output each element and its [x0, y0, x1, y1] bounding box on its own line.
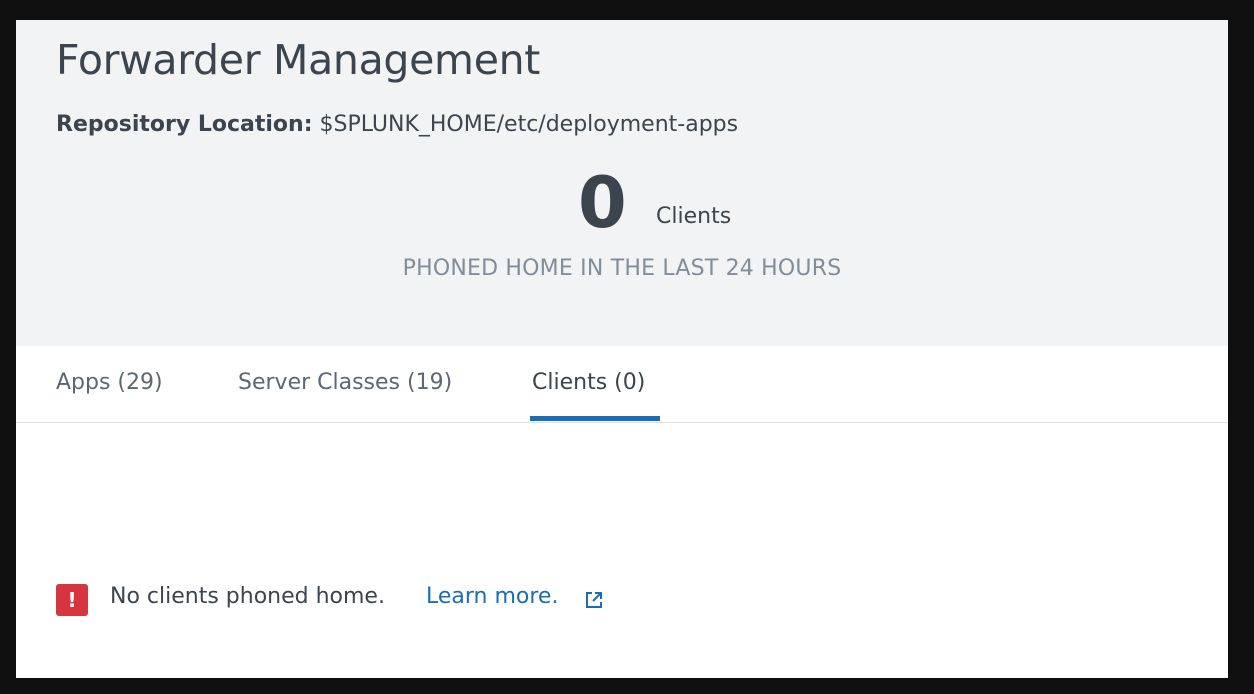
forwarder-management-panel: Forwarder Management Repository Location… — [16, 20, 1228, 678]
tab-bar: Apps (29) Server Classes (19) Clients (0… — [16, 346, 1228, 423]
tab-clients[interactable]: Clients (0) — [532, 370, 645, 395]
repository-location-path: $SPLUNK_HOME/etc/deployment-apps — [319, 112, 739, 137]
tab-server-classes[interactable]: Server Classes (19) — [238, 370, 452, 395]
repository-location: Repository Location: $SPLUNK_HOME/etc/de… — [56, 112, 738, 137]
tab-apps[interactable]: Apps (29) — [56, 370, 163, 395]
active-tab-indicator — [530, 416, 660, 421]
error-icon: ! — [56, 584, 88, 616]
page-title: Forwarder Management — [56, 36, 541, 84]
learn-more-link[interactable]: Learn more. — [426, 584, 558, 609]
repository-location-label: Repository Location: — [56, 112, 313, 137]
client-count-caption: PHONED HOME IN THE LAST 24 HOURS — [402, 256, 842, 281]
external-link-icon[interactable] — [584, 590, 604, 610]
no-clients-message-text: No clients phoned home. — [110, 584, 385, 609]
client-count-summary: 0 Clients — [16, 158, 1228, 248]
header: Forwarder Management Repository Location… — [16, 20, 1228, 346]
client-count: 0 — [578, 162, 627, 244]
client-count-unit: Clients — [656, 204, 732, 229]
